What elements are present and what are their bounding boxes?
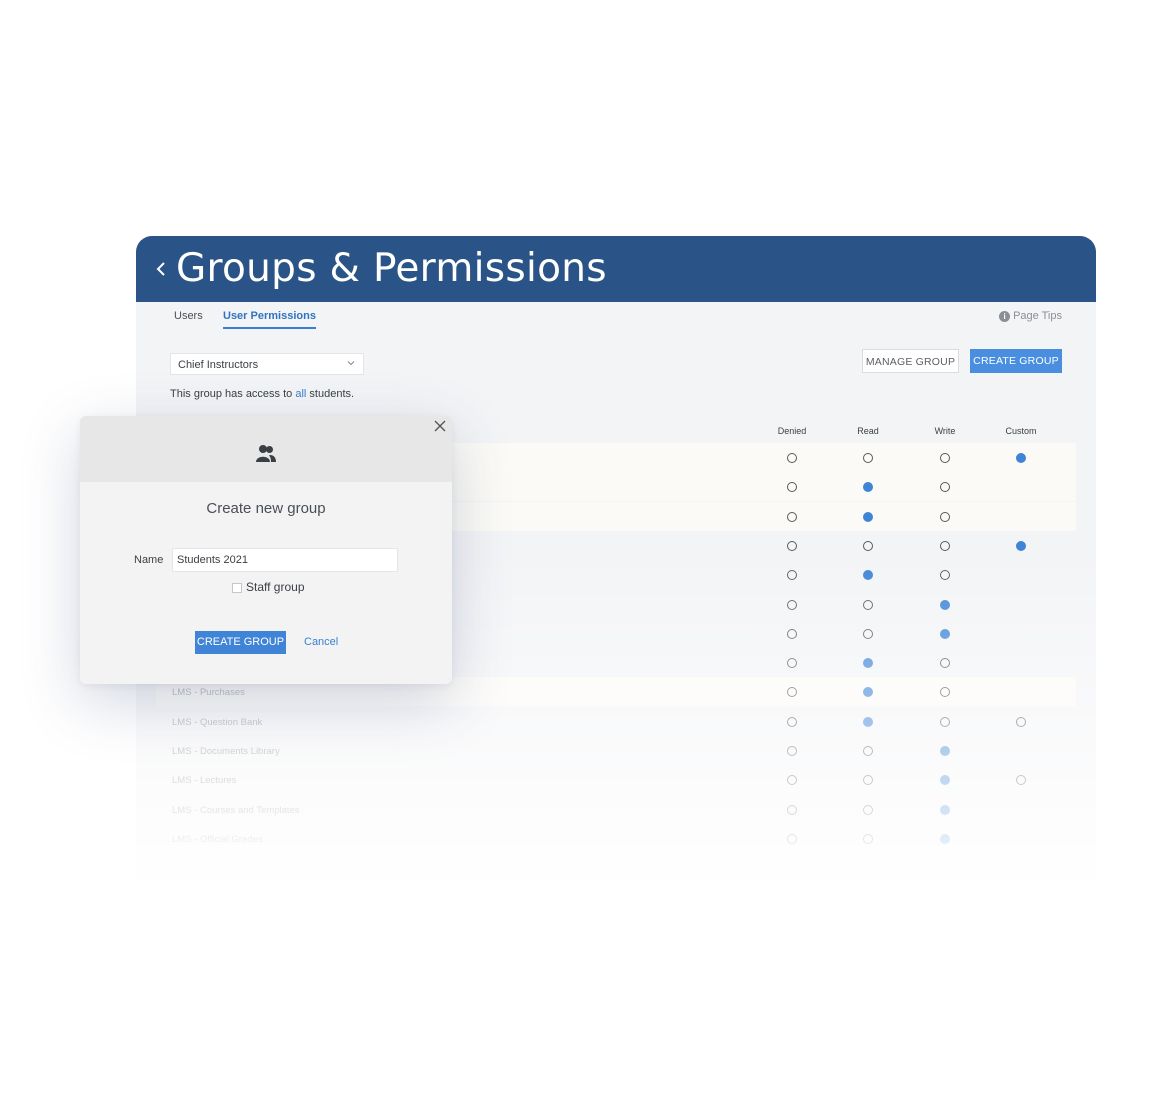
page-tips-link[interactable]: i Page Tips	[999, 310, 1062, 322]
table-row	[156, 824, 1076, 853]
access-text: This group has access to all students.	[170, 388, 354, 400]
access-prefix: This group has access to	[170, 388, 296, 400]
permission-radio-custom[interactable]	[1016, 540, 1026, 551]
permission-radio-read[interactable]	[863, 599, 873, 610]
column-header-custom: Custom	[1005, 426, 1037, 436]
page-title: Groups & Permissions	[176, 246, 607, 291]
column-header-denied: Denied	[777, 426, 807, 436]
permission-radio-read[interactable]	[863, 628, 873, 639]
permission-radio-read[interactable]	[863, 804, 873, 815]
permission-radio-read[interactable]	[863, 746, 873, 756]
row-label: LMS - Documents Library	[172, 746, 280, 757]
modal-cancel-button[interactable]: Cancel	[304, 636, 338, 648]
row-label: LMS - Purchases	[172, 687, 245, 699]
row-label: LMS - Question Bank	[172, 716, 263, 728]
access-suffix: students.	[306, 388, 355, 400]
group-select-value: Chief Instructors	[178, 359, 259, 371]
manage-group-button[interactable]: MANAGE GROUP	[862, 349, 959, 373]
table-row	[156, 736, 1076, 765]
group-name-input[interactable]	[172, 548, 398, 572]
create-group-modal: Create new group Name Staff group CREATE…	[80, 416, 452, 684]
permission-radio-denied[interactable]	[787, 716, 797, 727]
staff-group-checkbox[interactable]	[232, 583, 242, 593]
group-icon	[256, 445, 276, 462]
permission-radio-read[interactable]	[863, 453, 873, 463]
tab-user-permissions[interactable]: User Permissions	[223, 310, 316, 329]
permission-radio-write[interactable]	[940, 833, 950, 844]
permission-radio-denied[interactable]	[787, 599, 797, 610]
permission-radio-write[interactable]	[940, 716, 950, 727]
permission-radio-read[interactable]	[863, 511, 873, 522]
tab-users[interactable]: Users	[174, 310, 203, 322]
permission-radio-denied[interactable]	[787, 628, 797, 639]
column-header-write: Write	[934, 426, 956, 436]
permission-radio-read[interactable]	[863, 716, 873, 727]
table-row	[156, 765, 1076, 794]
permission-radio-denied[interactable]	[787, 540, 797, 551]
create-group-button[interactable]: CREATE GROUP	[970, 349, 1062, 373]
row-label: LMS - Courses and Templates	[172, 804, 300, 816]
permission-radio-denied[interactable]	[787, 511, 797, 522]
chevron-down-icon	[347, 361, 355, 366]
permission-radio-write[interactable]	[940, 453, 950, 463]
chevron-left-icon[interactable]	[152, 254, 172, 284]
modal-header	[80, 416, 452, 482]
info-icon: i	[999, 310, 1011, 322]
permission-radio-write[interactable]	[940, 511, 950, 522]
row-label: LMS - Lectures	[172, 775, 237, 787]
permission-radio-custom[interactable]	[1016, 453, 1026, 463]
permission-radio-write[interactable]	[940, 628, 950, 639]
close-icon[interactable]	[434, 420, 446, 432]
title-bar: Groups & Permissions	[136, 236, 1096, 302]
column-header-read: Read	[857, 426, 879, 436]
permission-radio-read[interactable]	[863, 833, 873, 844]
permission-radio-denied[interactable]	[787, 833, 797, 844]
permission-radio-write[interactable]	[940, 540, 950, 551]
row-label: LMS - Official Grades	[172, 833, 263, 845]
permission-radio-denied[interactable]	[787, 804, 797, 815]
page-tips-label: Page Tips	[1013, 310, 1062, 322]
permission-radio-write[interactable]	[940, 746, 950, 756]
permission-radio-denied[interactable]	[787, 746, 797, 756]
permission-radio-custom[interactable]	[1016, 716, 1026, 727]
staff-group-label: Staff group	[246, 580, 305, 594]
group-select[interactable]: Chief Instructors	[170, 353, 364, 375]
permission-radio-write[interactable]	[940, 599, 950, 610]
modal-create-group-button[interactable]: CREATE GROUP	[195, 631, 286, 654]
table-row	[156, 707, 1076, 736]
permission-radio-write[interactable]	[940, 804, 950, 815]
access-all-link[interactable]: all	[295, 388, 306, 400]
name-label: Name	[134, 554, 164, 566]
permission-radio-read[interactable]	[863, 540, 873, 551]
modal-title: Create new group	[206, 500, 326, 517]
permission-radio-denied[interactable]	[787, 453, 797, 463]
